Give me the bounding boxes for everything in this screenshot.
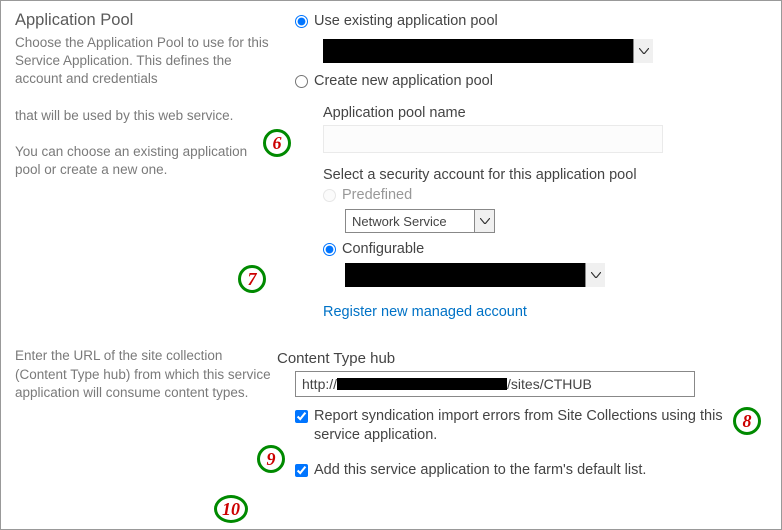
callout-9: 9 (257, 445, 285, 473)
app-pool-desc-1: Choose the Application Pool to use for t… (15, 34, 275, 89)
configurable-label: Configurable (342, 241, 424, 257)
add-default-label: Add this service application to the farm… (314, 461, 646, 480)
security-account-label: Select a security account for this appli… (323, 167, 767, 183)
register-managed-account-link[interactable]: Register new managed account (323, 304, 527, 320)
content-type-hub-input[interactable]: http:// /sites/CTHUB (295, 371, 695, 397)
content-type-hub-label: Content Type hub (277, 350, 767, 367)
report-errors-label: Report syndication import errors from Si… (314, 407, 767, 445)
app-pool-desc-2: that will be used by this web service. (15, 107, 275, 125)
predefined-radio (323, 189, 336, 202)
pool-name-label: Application pool name (323, 105, 767, 121)
cthub-suffix: /sites/CTHUB (507, 376, 592, 392)
pool-name-input[interactable] (323, 125, 663, 153)
add-default-checkbox[interactable] (295, 464, 308, 477)
predefined-label: Predefined (342, 187, 412, 203)
report-errors-checkbox[interactable] (295, 410, 308, 423)
create-new-radio[interactable] (295, 75, 308, 88)
callout-8: 8 (733, 407, 761, 435)
predefined-dropdown[interactable]: Network Service (345, 209, 495, 233)
callout-6: 6 (263, 129, 291, 157)
app-pool-desc-3: You can choose an existing application p… (15, 143, 275, 179)
configurable-radio[interactable] (323, 243, 336, 256)
redacted-host (337, 378, 507, 390)
use-existing-label: Use existing application pool (314, 13, 498, 29)
configurable-dropdown[interactable] (345, 263, 605, 287)
cthub-prefix: http:// (302, 376, 337, 392)
predefined-dropdown-value: Network Service (346, 214, 474, 229)
callout-7: 7 (238, 265, 266, 293)
app-pool-title: Application Pool (15, 11, 275, 30)
callout-10: 10 (214, 495, 248, 523)
use-existing-radio[interactable] (295, 15, 308, 28)
chevron-down-icon (474, 210, 494, 232)
content-type-hub-desc: Enter the URL of the site collection (Co… (15, 347, 275, 402)
existing-pool-dropdown[interactable] (323, 39, 653, 63)
create-new-label: Create new application pool (314, 73, 493, 89)
chevron-down-icon (585, 263, 605, 287)
chevron-down-icon (633, 39, 653, 63)
